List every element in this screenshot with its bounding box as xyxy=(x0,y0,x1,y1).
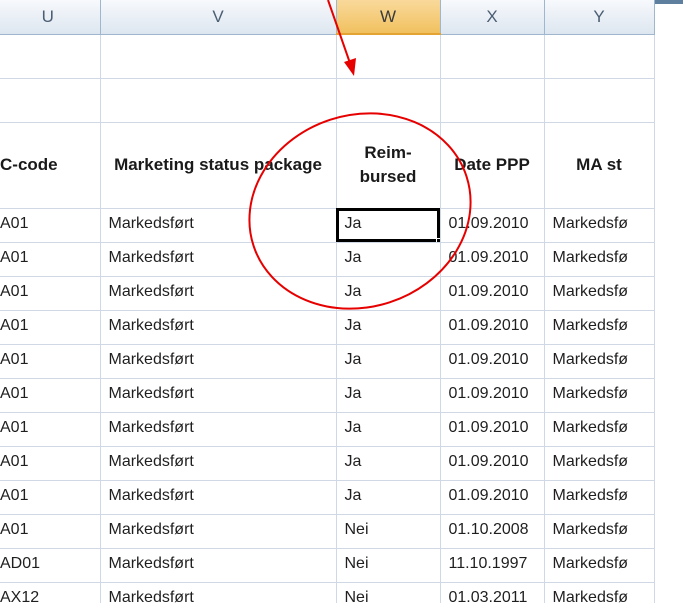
cell-y[interactable]: Markedsfø xyxy=(544,276,655,311)
cell-v[interactable]: Markedsført xyxy=(100,582,337,603)
column-header-w[interactable]: W xyxy=(336,0,441,35)
cell-y[interactable]: Markedsfø xyxy=(544,480,655,515)
table-row: A01 Markedsført Ja 01.09.2010 Markedsfø xyxy=(0,276,655,311)
cell-u[interactable]: A01 xyxy=(0,344,101,379)
cell-v[interactable]: Markedsført xyxy=(100,310,337,345)
data-rows: A01 Markedsført Ja 01.09.2010 Markedsfø A01 Ma… xyxy=(0,208,655,603)
cell-y[interactable]: Markedsfø xyxy=(544,378,655,413)
header-cell-marketing-status[interactable]: Marketing status package xyxy=(100,122,337,209)
cell-y[interactable]: Markedsfø xyxy=(544,514,655,549)
cell-w[interactable]: Ja xyxy=(336,412,441,447)
cell-x[interactable]: 01.09.2010 xyxy=(440,276,545,311)
cell-w[interactable]: Nei xyxy=(336,582,441,603)
table-row: AX12 Markedsført Nei 01.03.2011 Markedsfø xyxy=(0,582,655,603)
cell-v[interactable]: Markedsført xyxy=(100,208,337,243)
cell[interactable] xyxy=(336,78,441,123)
cell-v[interactable]: Markedsført xyxy=(100,514,337,549)
empty-row xyxy=(0,78,655,123)
cell-v[interactable]: Markedsført xyxy=(100,344,337,379)
header-cell-reimbursed[interactable]: Reim-bursed xyxy=(336,122,441,209)
cell[interactable] xyxy=(544,78,655,123)
cell-w[interactable]: Ja xyxy=(336,378,441,413)
cell-u[interactable]: A01 xyxy=(0,378,101,413)
cell[interactable] xyxy=(336,34,441,79)
cell-u[interactable]: A01 xyxy=(0,310,101,345)
table-row: A01 Markedsført Ja 01.09.2010 Markedsfø xyxy=(0,412,655,447)
column-header-u[interactable]: U xyxy=(0,0,101,35)
cell-x[interactable]: 01.09.2010 xyxy=(440,378,545,413)
cell-y[interactable]: Markedsfø xyxy=(544,548,655,583)
header-cell-date-ppp[interactable]: Date PPP xyxy=(440,122,545,209)
cell-v[interactable]: Markedsført xyxy=(100,276,337,311)
table-row: A01 Markedsført Ja 01.09.2010 Markedsfø xyxy=(0,446,655,481)
cell[interactable] xyxy=(544,34,655,79)
column-header-y[interactable]: Y xyxy=(544,0,655,35)
cell-x[interactable]: 01.10.2008 xyxy=(440,514,545,549)
cell-w[interactable]: Ja xyxy=(336,276,441,311)
cell-w[interactable]: Ja xyxy=(336,242,441,277)
cell-x[interactable]: 01.03.2011 xyxy=(440,582,545,603)
cell-w[interactable]: Ja xyxy=(336,480,441,515)
cell-u[interactable]: A01 xyxy=(0,242,101,277)
cell[interactable] xyxy=(440,34,545,79)
cell-x[interactable]: 01.09.2010 xyxy=(440,480,545,515)
cell-u[interactable]: A01 xyxy=(0,412,101,447)
column-header-x[interactable]: X xyxy=(440,0,545,35)
cell-x[interactable]: 01.09.2010 xyxy=(440,412,545,447)
cell-u[interactable]: A01 xyxy=(0,446,101,481)
cell-w[interactable]: Nei xyxy=(336,548,441,583)
cell-y[interactable]: Markedsfø xyxy=(544,582,655,603)
cell-u[interactable]: A01 xyxy=(0,208,101,243)
table-row: A01 Markedsført Ja 01.09.2010 Markedsfø xyxy=(0,242,655,277)
cell-u[interactable]: AX12 xyxy=(0,582,101,603)
cell-u[interactable]: A01 xyxy=(0,514,101,549)
cell-y[interactable]: Markedsfø xyxy=(544,310,655,345)
cell[interactable] xyxy=(0,34,101,79)
cell-x[interactable]: 01.09.2010 xyxy=(440,344,545,379)
cell-v[interactable]: Markedsført xyxy=(100,480,337,515)
cell[interactable] xyxy=(440,78,545,123)
header-cell-ma-status[interactable]: MA st xyxy=(544,122,655,209)
cell-x[interactable]: 11.10.1997 xyxy=(440,548,545,583)
cell[interactable] xyxy=(100,34,337,79)
cell-x[interactable]: 01.09.2010 xyxy=(440,208,545,243)
cell-y[interactable]: Markedsfø xyxy=(544,208,655,243)
sheet-grid: U V W X Y C-code Marketing status packag… xyxy=(0,0,655,603)
cell-x[interactable]: 01.09.2010 xyxy=(440,446,545,481)
cell-x[interactable]: 01.09.2010 xyxy=(440,310,545,345)
cell-y[interactable]: Markedsfø xyxy=(544,412,655,447)
table-row: A01 Markedsført Nei 01.10.2008 Markedsfø xyxy=(0,514,655,549)
cell-w[interactable]: Ja xyxy=(336,446,441,481)
cell-w[interactable]: Ja xyxy=(336,310,441,345)
column-header-row: U V W X Y xyxy=(0,0,655,35)
cell-y[interactable]: Markedsfø xyxy=(544,242,655,277)
column-header-v[interactable]: V xyxy=(100,0,337,35)
empty-row xyxy=(0,34,655,79)
cell-v[interactable]: Markedsført xyxy=(100,548,337,583)
table-row: A01 Markedsført Ja 01.09.2010 Markedsfø xyxy=(0,344,655,379)
cell-x[interactable]: 01.09.2010 xyxy=(440,242,545,277)
cell[interactable] xyxy=(100,78,337,123)
cell-y[interactable]: Markedsfø xyxy=(544,446,655,481)
cell-y[interactable]: Markedsfø xyxy=(544,344,655,379)
cell-w[interactable]: Nei xyxy=(336,514,441,549)
table-row: A01 Markedsført Ja 01.09.2010 Markedsfø xyxy=(0,480,655,515)
cell-v[interactable]: Markedsført xyxy=(100,242,337,277)
cell-u[interactable]: AD01 xyxy=(0,548,101,583)
table-row: A01 Markedsført Ja 01.09.2010 Markedsfø xyxy=(0,310,655,345)
cell-v[interactable]: Markedsført xyxy=(100,412,337,447)
active-cell[interactable]: Ja xyxy=(336,208,441,243)
table-row: AD01 Markedsført Nei 11.10.1997 Markedsfø xyxy=(0,548,655,583)
cell-w[interactable]: Ja xyxy=(336,344,441,379)
cell[interactable] xyxy=(0,78,101,123)
table-row: A01 Markedsført Ja 01.09.2010 Markedsfø xyxy=(0,208,655,243)
cell-u[interactable]: A01 xyxy=(0,480,101,515)
cell-v[interactable]: Markedsført xyxy=(100,378,337,413)
table-row: A01 Markedsført Ja 01.09.2010 Markedsfø xyxy=(0,378,655,413)
header-cell-c-code[interactable]: C-code xyxy=(0,122,101,209)
cell-v[interactable]: Markedsført xyxy=(100,446,337,481)
cell-u[interactable]: A01 xyxy=(0,276,101,311)
spreadsheet: U V W X Y C-code Marketing status packag… xyxy=(0,0,683,603)
table-header-row: C-code Marketing status package Reim-bur… xyxy=(0,122,655,209)
